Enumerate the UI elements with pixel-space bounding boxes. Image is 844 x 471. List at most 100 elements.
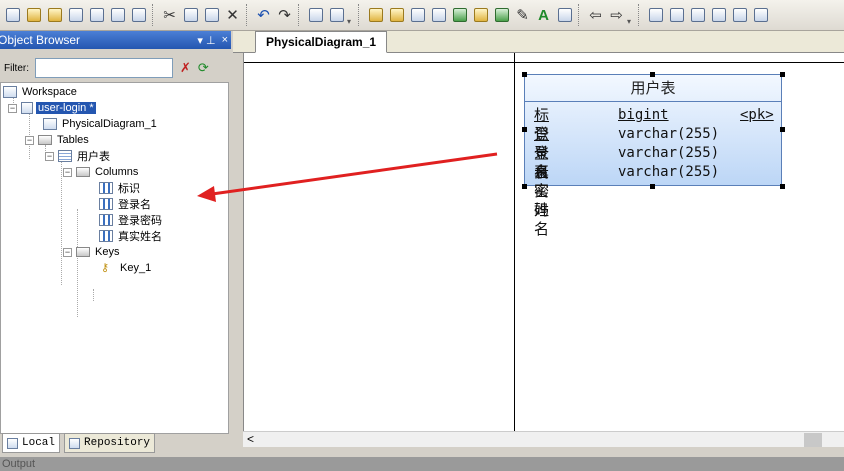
- toolbar-overflow-icon[interactable]: ▾: [347, 4, 355, 26]
- main-toolbar: ✂ ✕ ↶ ↷ ▾ ✎ A ⇦ ⇨ ▾: [0, 0, 844, 31]
- package-icon[interactable]: [470, 4, 491, 26]
- arrow-left-icon[interactable]: ⇦: [585, 4, 606, 26]
- column-type: varchar(255): [618, 126, 720, 142]
- entity-table[interactable]: 用户表 标识 bigint <pk> 登录名 varchar(255) 登录密码…: [524, 74, 782, 238]
- tree-column-item[interactable]: 登录名: [99, 196, 151, 212]
- selection-handle[interactable]: [522, 127, 527, 132]
- window2-icon[interactable]: [666, 4, 687, 26]
- collapse-toggle[interactable]: −: [25, 135, 34, 145]
- column-icon: [99, 214, 113, 226]
- window6-icon[interactable]: [750, 4, 771, 26]
- refresh-icon[interactable]: ⟳: [198, 60, 209, 76]
- scroll-left-icon[interactable]: <: [247, 432, 254, 446]
- window4-icon[interactable]: [708, 4, 729, 26]
- print-preview-icon[interactable]: [107, 4, 128, 26]
- tree-model[interactable]: − user-login *: [8, 100, 96, 116]
- open-folder-icon[interactable]: [44, 4, 65, 26]
- column-key: <pk>: [740, 107, 774, 123]
- browser-tabs: Local Repository: [0, 431, 229, 455]
- collapse-toggle[interactable]: −: [63, 247, 72, 257]
- tree-workspace[interactable]: Workspace: [3, 84, 77, 100]
- pin-icon[interactable]: ▾ ⊥: [197, 34, 215, 47]
- copy-icon[interactable]: [180, 4, 201, 26]
- delete-icon[interactable]: ✕: [222, 4, 243, 26]
- print-icon[interactable]: [128, 4, 149, 26]
- tab-local[interactable]: Local: [2, 433, 61, 453]
- open-icon[interactable]: [23, 4, 44, 26]
- selection-handle[interactable]: [780, 184, 785, 189]
- collapse-toggle[interactable]: −: [63, 167, 72, 177]
- procedure-icon[interactable]: [428, 4, 449, 26]
- check-icon[interactable]: [449, 4, 470, 26]
- find-icon[interactable]: [326, 4, 347, 26]
- arrow-right-icon[interactable]: ⇨: [606, 4, 627, 26]
- editor-tab-strip: PhysicalDiagram_1: [233, 31, 844, 53]
- toolbar-separator: [358, 4, 362, 26]
- table-icon: [58, 150, 72, 162]
- save-all-icon[interactable]: [86, 4, 107, 26]
- column-type: varchar(255): [618, 164, 720, 180]
- column-icon: [99, 230, 113, 242]
- redo-icon[interactable]: ↷: [274, 4, 295, 26]
- tree-column-item[interactable]: 登录密码: [99, 212, 162, 228]
- window3-icon[interactable]: [687, 4, 708, 26]
- cut-icon[interactable]: ✂: [159, 4, 180, 26]
- window5-icon[interactable]: [729, 4, 750, 26]
- tab-repository[interactable]: Repository: [64, 433, 156, 453]
- horizontal-scrollbar[interactable]: <: [243, 431, 844, 447]
- link-icon[interactable]: [491, 4, 512, 26]
- selection-handle[interactable]: [780, 72, 785, 77]
- window1-icon[interactable]: [645, 4, 666, 26]
- paste-icon[interactable]: [201, 4, 222, 26]
- selection-handle[interactable]: [780, 127, 785, 132]
- properties-icon[interactable]: [305, 4, 326, 26]
- brush-icon[interactable]: ✎: [512, 4, 533, 26]
- output-panel-header: Output: [0, 457, 844, 471]
- text-icon[interactable]: A: [533, 4, 554, 26]
- tree-diagram[interactable]: PhysicalDiagram_1: [43, 116, 157, 132]
- folder-icon: [76, 247, 90, 257]
- selection-handle[interactable]: [650, 72, 655, 77]
- column-type: varchar(255): [618, 145, 720, 161]
- save-icon[interactable]: [65, 4, 86, 26]
- tree-column-item[interactable]: 标识: [99, 180, 140, 196]
- new-icon[interactable]: [2, 4, 23, 26]
- tree-column-item[interactable]: 真实姓名: [99, 228, 162, 244]
- filter-label: Filter:: [4, 62, 29, 74]
- tool-icon[interactable]: [554, 4, 575, 26]
- filter-row: Filter: ✗ ⟳: [0, 56, 231, 80]
- tree-table[interactable]: − 用户表: [45, 148, 110, 164]
- reference-icon[interactable]: [407, 4, 428, 26]
- toolbar-separator: [298, 4, 302, 26]
- selection-handle[interactable]: [522, 184, 527, 189]
- undo-icon[interactable]: ↶: [253, 4, 274, 26]
- tree-tables[interactable]: − Tables: [25, 132, 89, 148]
- page-boundary-vertical: [514, 53, 515, 431]
- collapse-toggle[interactable]: −: [45, 151, 54, 161]
- toolbar-separator: [638, 4, 642, 26]
- filter-input[interactable]: [35, 58, 173, 78]
- selection-handle[interactable]: [650, 184, 655, 189]
- diagram-canvas[interactable]: 用户表 标识 bigint <pk> 登录名 varchar(255) 登录密码…: [243, 53, 844, 431]
- tab-physical-diagram[interactable]: PhysicalDiagram_1: [255, 31, 388, 53]
- toolbar-separator: [152, 4, 156, 26]
- column-icon: [99, 198, 113, 210]
- object-browser-panel: Object Browser ▾ ⊥ × Filter: ✗ ⟳ Workspa…: [0, 31, 231, 457]
- table-icon[interactable]: [365, 4, 386, 26]
- folder-icon: [38, 135, 52, 145]
- repository-icon: [69, 437, 81, 449]
- close-icon[interactable]: ×: [222, 34, 228, 47]
- tree-columns[interactable]: − Columns: [63, 164, 138, 180]
- tree-key-item[interactable]: ⚷ Key_1: [101, 260, 151, 276]
- toolbar-overflow-icon[interactable]: ▾: [627, 4, 635, 26]
- collapse-toggle[interactable]: −: [8, 103, 17, 113]
- column-name: 真实姓名: [534, 163, 550, 238]
- scroll-thumb[interactable]: [804, 433, 822, 447]
- tree-keys[interactable]: − Keys: [63, 244, 119, 260]
- view-icon[interactable]: [386, 4, 407, 26]
- local-icon: [7, 437, 18, 449]
- clear-filter-icon[interactable]: ✗: [180, 60, 191, 76]
- folder-icon: [76, 167, 90, 177]
- selection-handle[interactable]: [522, 72, 527, 77]
- key-icon: ⚷: [101, 262, 110, 274]
